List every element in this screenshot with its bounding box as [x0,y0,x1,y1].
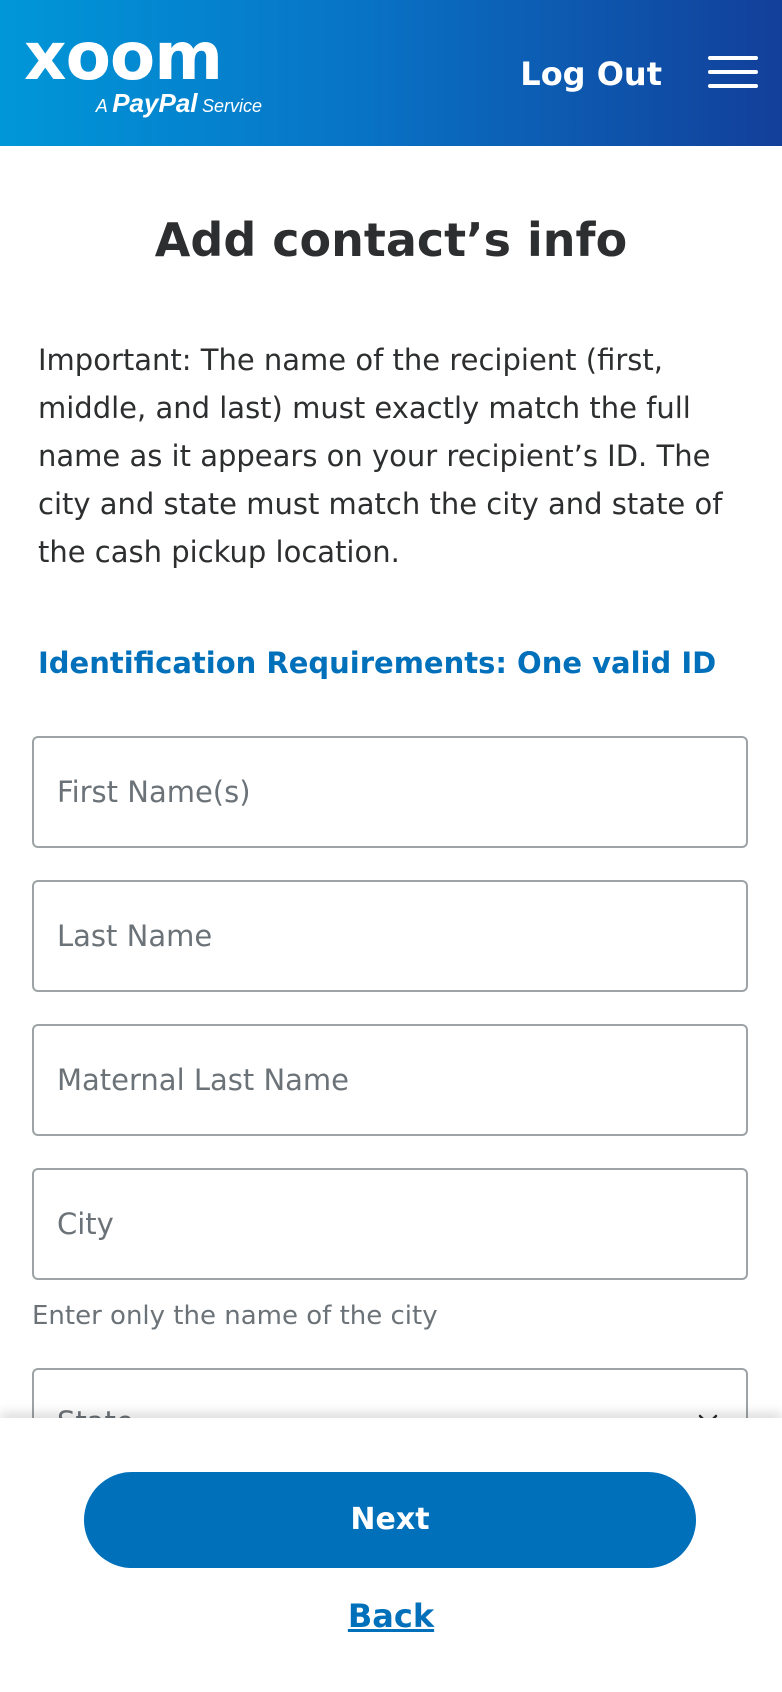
city-placeholder: City [57,1207,114,1241]
page-title: Add contact’s info [154,213,628,267]
city-helper-text: Enter only the name of the city [32,1301,438,1331]
logo-tagline-prefix: A [95,96,108,116]
logo-wordmark: xoom [24,18,223,95]
first-name-placeholder: First Name(s) [57,775,251,809]
xoom-logo[interactable]: xoom A PayPal Service [24,18,264,119]
back-link[interactable]: Back [0,1594,782,1638]
hamburger-menu-icon[interactable] [708,52,758,92]
sticky-footer: Next Back [0,1418,782,1692]
first-name-field[interactable]: First Name(s) [32,736,748,848]
logo-tagline-brand: PayPal [112,88,198,118]
identification-requirements-link[interactable]: Identification Requirements: One valid I… [38,642,716,684]
last-name-field[interactable]: Last Name [32,880,748,992]
logo-tagline-suffix: Service [201,96,262,116]
logo-tagline: A PayPal Service [96,88,262,119]
header-bar: xoom A PayPal Service Log Out [0,0,782,146]
maternal-last-name-field[interactable]: Maternal Last Name [32,1024,748,1136]
important-notice: Important: The name of the recipient (fi… [38,343,723,569]
menu-line [708,70,758,74]
log-out-link[interactable]: Log Out [520,52,662,96]
next-button[interactable]: Next [84,1472,696,1568]
menu-line [708,84,758,88]
last-name-placeholder: Last Name [57,919,213,953]
city-field[interactable]: City [32,1168,748,1280]
maternal-last-name-placeholder: Maternal Last Name [57,1063,350,1097]
menu-line [708,56,758,60]
page: xoom A PayPal Service Log Out Add contac… [0,0,782,1692]
